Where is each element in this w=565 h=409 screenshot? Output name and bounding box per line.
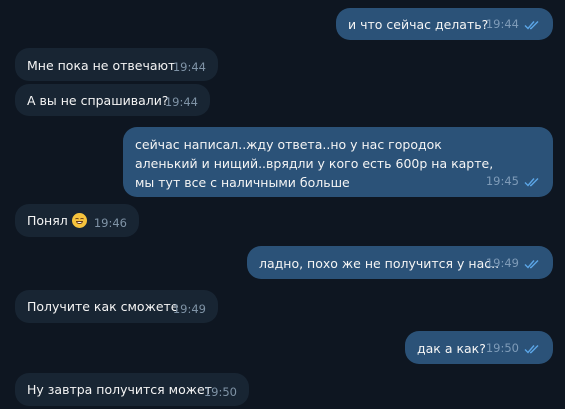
message-time: 19:49	[172, 302, 206, 316]
message-bubble-incoming[interactable]: Понял 19:46	[15, 204, 139, 237]
grinning-face-emoji	[71, 213, 87, 228]
message-time: 19:44	[485, 17, 519, 31]
message-bubble-outgoing[interactable]: ладно, похо же не получится у нас.. 19:4…	[247, 246, 553, 279]
message-time: 19:50	[485, 341, 519, 355]
message-bubble-incoming[interactable]: Мне пока не отвечают 19:44	[15, 48, 218, 81]
message-bubble-outgoing[interactable]: сейчас написал..жду ответа..но у нас гор…	[123, 127, 553, 197]
message-bubble-incoming[interactable]: Ну завтра получится может 19:50	[15, 373, 249, 406]
message-time: 19:44	[172, 60, 206, 74]
message-text-content: Понял	[27, 213, 68, 228]
message-time: 19:45	[485, 174, 519, 188]
message-bubble-outgoing[interactable]: и что сейчас делать? 19:44	[336, 8, 553, 40]
double-check-icon	[524, 259, 541, 269]
chat-history[interactable]: и что сейчас делать? 19:44 Мне пока не о…	[0, 0, 565, 409]
message-time: 19:44	[164, 95, 198, 109]
message-time: 19:46	[93, 216, 127, 230]
double-check-icon	[524, 344, 541, 354]
message-text: сейчас написал..жду ответа..но у нас гор…	[135, 137, 494, 190]
message-time: 19:49	[485, 256, 519, 270]
message-bubble-incoming[interactable]: Получите как сможете 19:49	[15, 290, 218, 323]
message-bubble-incoming[interactable]: А вы не спрашивали? 19:44	[15, 84, 210, 116]
double-check-icon	[524, 20, 541, 30]
message-time: 19:50	[203, 385, 237, 399]
message-bubble-outgoing[interactable]: дак а как? 19:50	[405, 331, 553, 364]
double-check-icon	[524, 177, 541, 187]
